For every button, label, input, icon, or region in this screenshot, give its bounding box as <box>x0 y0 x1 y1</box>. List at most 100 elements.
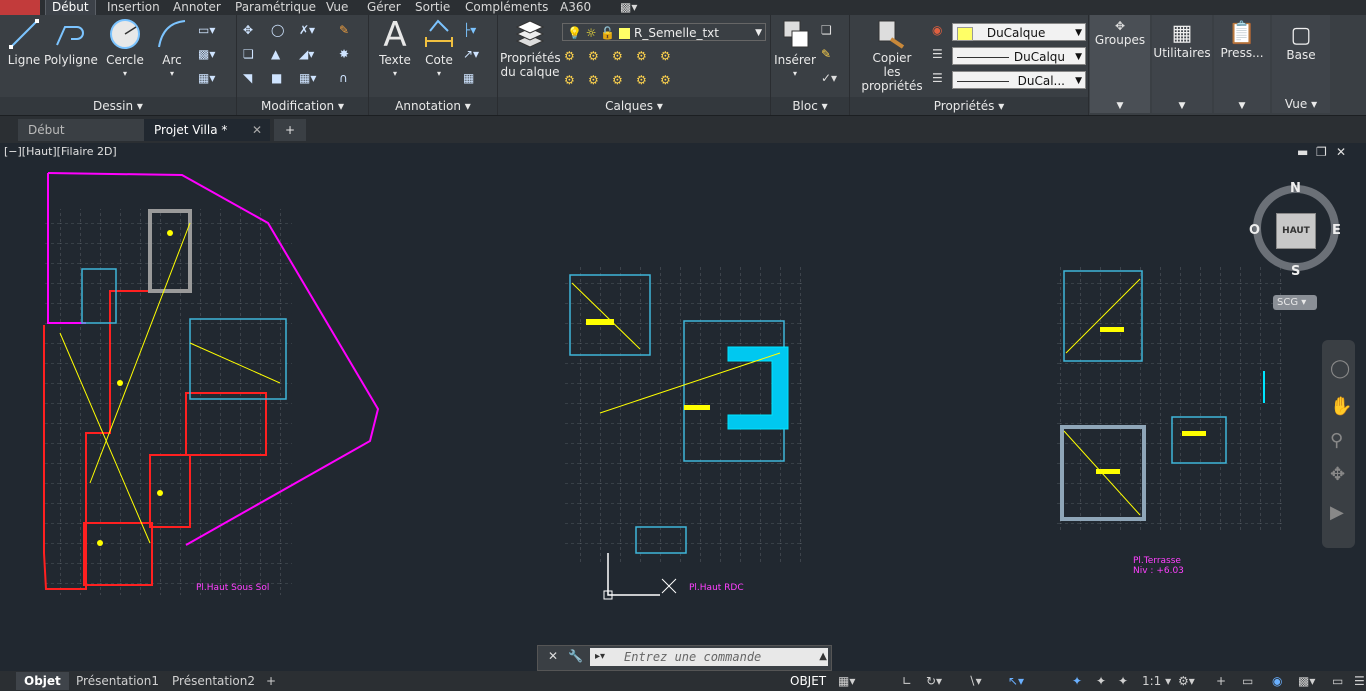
new-tab-button[interactable]: + <box>274 119 306 141</box>
texte-button[interactable]: A Texte ▾ <box>375 17 415 81</box>
inserer-button[interactable]: Insérer ▾ <box>773 17 817 81</box>
trim-icon[interactable]: ✗▾ <box>299 23 317 41</box>
units-icon[interactable]: ▭ <box>1234 672 1261 690</box>
viewcube-south[interactable]: S <box>1291 264 1300 279</box>
tab-debut[interactable]: Début <box>45 0 96 15</box>
lineweight-dropdown[interactable]: DuCal... ▼ <box>952 71 1086 89</box>
chevron-down-icon[interactable]: ▾ <box>375 67 415 81</box>
chevron-down-icon[interactable]: ▾ <box>419 67 459 81</box>
proprietes-calque-button[interactable]: Propriétés du calque <box>500 17 561 79</box>
layer-tool-icon[interactable]: ⚙ <box>636 49 654 67</box>
layout-tab-objet[interactable]: Objet <box>16 672 69 690</box>
command-prompt-icon[interactable]: ▸▾ <box>595 651 605 662</box>
boundary-icon[interactable]: ▦▾ <box>198 71 216 89</box>
presse-papiers-button[interactable]: 📋 Press... ▼ <box>1214 15 1270 113</box>
layer-tool-icon[interactable]: ⚙ <box>564 73 582 91</box>
move-icon[interactable]: ✥ <box>243 23 261 41</box>
pan-hand-icon[interactable]: ✋ <box>1330 396 1352 417</box>
layout-tab-presentation2[interactable]: Présentation2 <box>164 672 263 690</box>
create-block-icon[interactable]: ❏ <box>821 23 839 41</box>
arc-button[interactable]: Arc ▾ <box>152 17 192 81</box>
new-layout-button[interactable]: + <box>258 672 284 690</box>
chevron-up-icon[interactable]: ▲ <box>819 651 827 662</box>
scale-icon[interactable]: ■ <box>271 71 289 89</box>
table-icon[interactable]: ▦ <box>463 71 481 89</box>
layout-tab-presentation1[interactable]: Présentation1 <box>68 672 167 690</box>
rotate-icon[interactable]: ◯ <box>271 23 289 41</box>
attribute-icon[interactable]: ✓▾ <box>821 71 839 89</box>
viewcube-north[interactable]: N <box>1290 181 1301 196</box>
command-input[interactable]: Entrez une commande <box>590 648 828 666</box>
chevron-down-icon[interactable]: ▾ <box>773 67 817 81</box>
panel-title-vue[interactable]: Vue ▾ <box>1272 97 1330 111</box>
offset-icon[interactable]: ∩ <box>339 71 357 89</box>
array-icon[interactable]: ▦▾ <box>299 71 317 89</box>
app-menu-button[interactable] <box>0 0 40 15</box>
edit-block-icon[interactable]: ✎ <box>821 47 839 65</box>
plus-icon[interactable]: + <box>1208 672 1234 690</box>
orbit-icon[interactable]: ✥ <box>1330 464 1345 485</box>
isodraft-icon[interactable]: ∖▾ <box>960 672 990 690</box>
hardware-accel-icon[interactable]: ◉ <box>1264 672 1290 690</box>
color-dropdown[interactable]: DuCalque ▼ <box>952 23 1086 41</box>
tab-vue[interactable]: Vue <box>320 0 354 15</box>
layer-tool-icon[interactable]: ⚙ <box>588 73 606 91</box>
explode-icon[interactable]: ✸ <box>339 47 357 65</box>
stretch-icon[interactable]: ◥ <box>243 71 261 89</box>
rectangle-icon[interactable]: ▭▾ <box>198 23 216 41</box>
polyligne-button[interactable]: Polyligne <box>44 17 98 67</box>
layer-tool-icon[interactable]: ⚙ <box>612 49 630 67</box>
panel-title-annotation[interactable]: Annotation ▾ <box>369 97 497 115</box>
viewcube-east[interactable]: E <box>1332 223 1341 238</box>
drawing-canvas[interactable]: [−][Haut][Filaire 2D] ▬ ❐ ✕ Pl.Haut Sous… <box>0 143 1366 671</box>
auto-scale-icon[interactable]: ✦ <box>1110 672 1136 690</box>
close-icon[interactable]: ✕ <box>548 649 558 663</box>
layer-tool-icon[interactable]: ⚙ <box>588 49 606 67</box>
panel-title-bloc[interactable]: Bloc ▾ <box>771 97 849 115</box>
close-icon[interactable]: ✕ <box>252 119 262 141</box>
polar-icon[interactable]: ↻▾ <box>918 672 950 690</box>
tab-complements[interactable]: Compléments <box>459 0 554 15</box>
panel-title-modification[interactable]: Modification ▾ <box>237 97 368 115</box>
linetype-dropdown[interactable]: DuCalqu ▼ <box>952 47 1086 65</box>
viewcube-west[interactable]: O <box>1249 223 1260 238</box>
customize-icon[interactable]: ☰ <box>1346 672 1366 690</box>
tab-parametrique[interactable]: Paramétrique <box>229 0 322 15</box>
model-space-button[interactable]: OBJET <box>782 672 834 690</box>
wrench-icon[interactable]: 🔧 <box>568 649 583 663</box>
layer-tool-icon[interactable]: ⚙ <box>564 49 582 67</box>
layer-tool-icon[interactable]: ⚙ <box>612 73 630 91</box>
utilitaires-button[interactable]: ▦ Utilitaires ▼ <box>1152 15 1212 113</box>
fillet-icon[interactable]: ◢▾ <box>299 47 317 65</box>
osnap-icon[interactable]: ↖▾ <box>1000 672 1032 690</box>
tab-sortie[interactable]: Sortie <box>409 0 456 15</box>
cercle-button[interactable]: Cercle ▾ <box>104 17 146 81</box>
layer-tool-icon[interactable]: ⚙ <box>660 73 678 91</box>
copier-proprietes-button[interactable]: Copier les propriétés <box>852 17 932 93</box>
leader-icon[interactable]: ↗▾ <box>463 47 481 65</box>
tab-insertion[interactable]: Insertion <box>101 0 166 15</box>
linear-dim-icon[interactable]: ├▾ <box>463 23 481 41</box>
hatch-icon[interactable]: ▩▾ <box>198 47 216 65</box>
gear-icon[interactable]: ⚙▾ <box>1170 672 1203 690</box>
zoom-icon[interactable]: ⚲ <box>1330 430 1343 451</box>
copy-icon[interactable]: ❏ <box>243 47 261 65</box>
panel-title-dessin[interactable]: Dessin ▾ <box>0 97 236 115</box>
doc-tab-debut[interactable]: Début <box>18 119 146 141</box>
layer-tool-icon[interactable]: ⚙ <box>660 49 678 67</box>
layer-tool-icon[interactable]: ⚙ <box>636 73 654 91</box>
layer-dropdown[interactable]: 💡 ☼ 🔓 R_Semelle_txt ▼ <box>562 23 766 41</box>
doc-tab-projet-villa[interactable]: Projet Villa * ✕ <box>144 119 270 141</box>
cote-button[interactable]: Cote ▾ <box>419 17 459 81</box>
isolate-icon[interactable]: ▩▾ <box>1290 672 1323 690</box>
tab-more-dropdown[interactable]: ▩▾ <box>614 0 643 15</box>
groupes-button[interactable]: ✥ Groupes ▼ <box>1090 15 1150 113</box>
ligne-button[interactable]: Ligne <box>4 17 44 67</box>
tab-a360[interactable]: A360 <box>554 0 597 15</box>
base-button[interactable]: ▢ Base Vue ▾ <box>1272 15 1330 113</box>
chevron-down-icon[interactable]: ▾ <box>104 67 146 81</box>
steering-wheel-icon[interactable]: ◯ <box>1330 358 1350 379</box>
tab-annoter[interactable]: Annoter <box>167 0 227 15</box>
panel-title-calques[interactable]: Calques ▾ <box>498 97 770 115</box>
ortho-icon[interactable]: ∟ <box>894 672 920 690</box>
